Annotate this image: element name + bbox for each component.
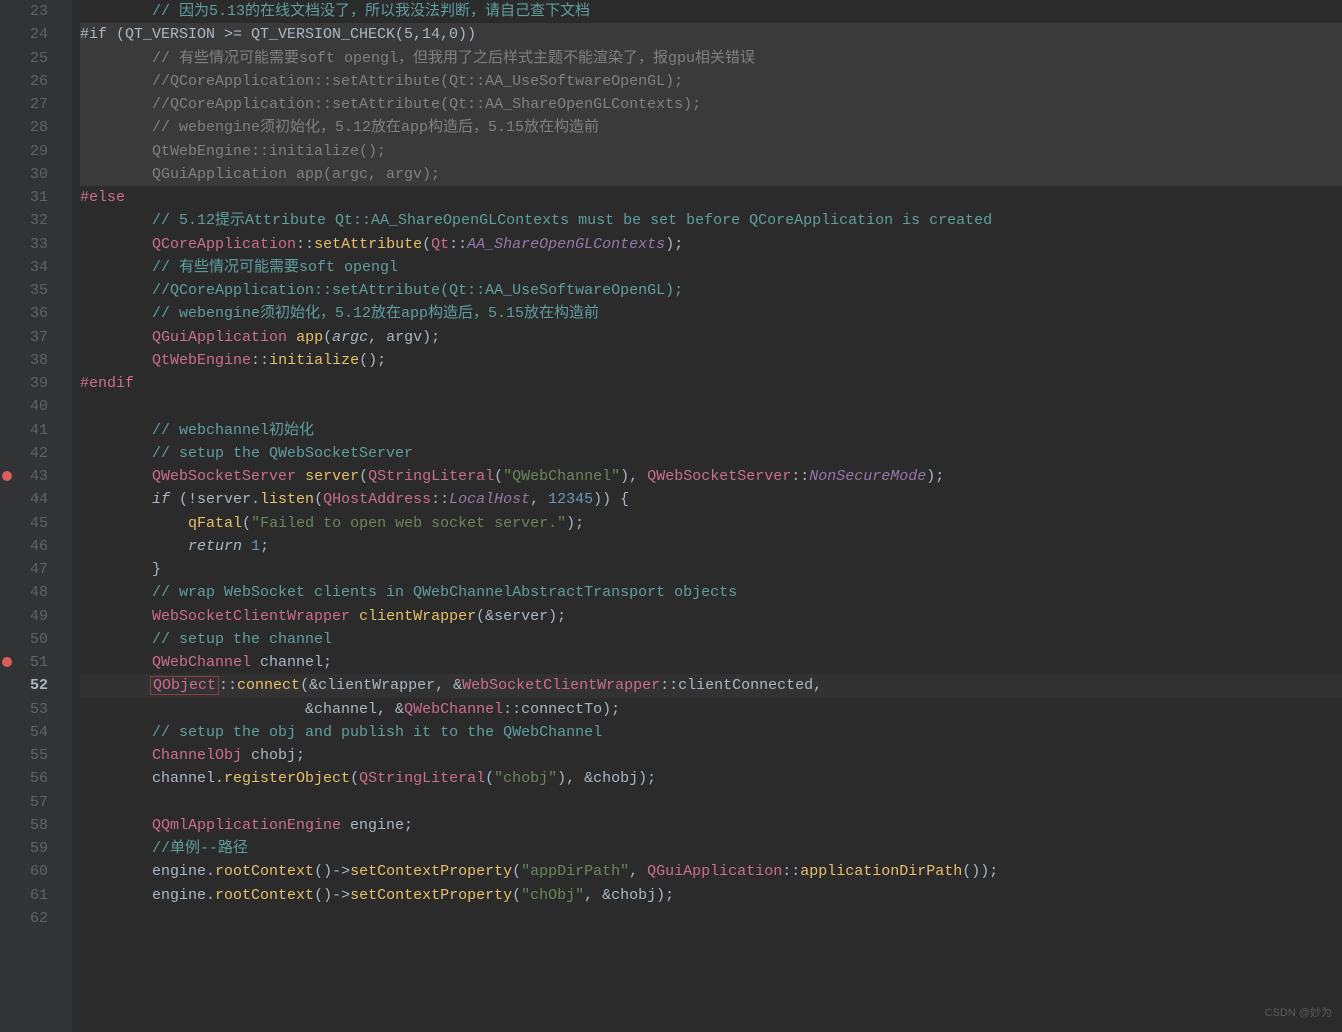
code-line[interactable]: //QCoreApplication::setAttribute(Qt::AA_… [80, 70, 1342, 93]
code-line[interactable]: #if (QT_VERSION >= QT_VERSION_CHECK(5,14… [80, 23, 1342, 46]
code-line[interactable]: QWebSocketServer server(QStringLiteral("… [80, 465, 1342, 488]
code-line[interactable]: // setup the QWebSocketServer [80, 442, 1342, 465]
line-number[interactable]: 55 [0, 744, 48, 767]
line-number[interactable]: 61 [0, 884, 48, 907]
code-line[interactable]: QQmlApplicationEngine engine; [80, 814, 1342, 837]
code-area[interactable]: // 因为5.13的在线文档没了，所以我没法判断，请自己查下文档#if (QT_… [72, 0, 1342, 1032]
code-line[interactable]: QGuiApplication app(argc, argv); [80, 326, 1342, 349]
line-number[interactable]: 62 [0, 907, 48, 930]
code-line[interactable]: // 有些情况可能需要soft opengl，但我用了之后样式主题不能渲染了，报… [80, 47, 1342, 70]
code-line[interactable]: // setup the obj and publish it to the Q… [80, 721, 1342, 744]
line-number[interactable]: 54 [0, 721, 48, 744]
line-number[interactable]: 59 [0, 837, 48, 860]
code-line[interactable]: QtWebEngine::initialize(); [80, 140, 1342, 163]
code-line[interactable]: // webchannel初始化 [80, 419, 1342, 442]
code-line[interactable]: // 有些情况可能需要soft opengl [80, 256, 1342, 279]
line-number[interactable]: 35 [0, 279, 48, 302]
code-line[interactable]: QWebChannel channel; [80, 651, 1342, 674]
code-line[interactable]: // 因为5.13的在线文档没了，所以我没法判断，请自己查下文档 [80, 0, 1342, 23]
line-number[interactable]: 37 [0, 326, 48, 349]
code-line[interactable]: ChannelObj chobj; [80, 744, 1342, 767]
code-line[interactable]: channel.registerObject(QStringLiteral("c… [80, 767, 1342, 790]
line-number[interactable]: 26 [0, 70, 48, 93]
line-number[interactable]: 39 [0, 372, 48, 395]
line-number[interactable]: 56 [0, 767, 48, 790]
code-line[interactable]: } [80, 558, 1342, 581]
line-number[interactable]: 49 [0, 605, 48, 628]
code-line[interactable]: if (!server.listen(QHostAddress::LocalHo… [80, 488, 1342, 511]
line-number[interactable]: 47 [0, 558, 48, 581]
line-number[interactable]: 42 [0, 442, 48, 465]
line-number[interactable]: 48 [0, 581, 48, 604]
code-line[interactable] [80, 395, 1342, 418]
fold-icon[interactable]: ▾ [34, 488, 40, 511]
line-number[interactable]: 58 [0, 814, 48, 837]
line-number[interactable]: 51 [0, 651, 48, 674]
line-number[interactable]: 30 [0, 163, 48, 186]
code-line[interactable]: qFatal("Failed to open web socket server… [80, 512, 1342, 535]
line-number[interactable]: 23 [0, 0, 48, 23]
code-line[interactable]: // wrap WebSocket clients in QWebChannel… [80, 581, 1342, 604]
code-line[interactable]: QObject::connect(&clientWrapper, &WebSoc… [80, 674, 1342, 697]
line-number[interactable]: 50 [0, 628, 48, 651]
line-number[interactable]: 34 [0, 256, 48, 279]
line-number[interactable]: 29 [0, 140, 48, 163]
line-number[interactable]: 46 [0, 535, 48, 558]
line-number[interactable]: 53 [0, 698, 48, 721]
code-line[interactable]: //QCoreApplication::setAttribute(Qt::AA_… [80, 279, 1342, 302]
line-number[interactable]: 52 [0, 674, 48, 697]
code-line[interactable]: engine.rootContext()->setContextProperty… [80, 860, 1342, 883]
code-line[interactable]: #else [80, 186, 1342, 209]
code-line[interactable]: //单例--路径 [80, 837, 1342, 860]
code-line[interactable]: engine.rootContext()->setContextProperty… [80, 884, 1342, 907]
code-line[interactable]: #endif [80, 372, 1342, 395]
watermark: CSDN @妙为 [1265, 1005, 1332, 1022]
code-line[interactable]: // webengine须初始化，5.12放在app构造后，5.15放在构造前 [80, 116, 1342, 139]
line-number[interactable]: 28 [0, 116, 48, 139]
code-line[interactable]: return 1; [80, 535, 1342, 558]
code-line[interactable]: QtWebEngine::initialize(); [80, 349, 1342, 372]
line-number[interactable]: 31 [0, 186, 48, 209]
line-number[interactable]: 45 [0, 512, 48, 535]
code-line[interactable]: QCoreApplication::setAttribute(Qt::AA_Sh… [80, 233, 1342, 256]
line-gutter[interactable]: 2324252627282930313233343536373839404142… [0, 0, 72, 1032]
line-number[interactable]: 41 [0, 419, 48, 442]
line-number[interactable]: 32 [0, 209, 48, 232]
line-number[interactable]: 27 [0, 93, 48, 116]
code-editor[interactable]: 2324252627282930313233343536373839404142… [0, 0, 1342, 1032]
line-number[interactable]: 33 [0, 233, 48, 256]
breakpoint-icon[interactable] [2, 471, 12, 481]
line-number[interactable]: 60 [0, 860, 48, 883]
line-number[interactable]: 44▾ [0, 488, 48, 511]
line-number[interactable]: 43 [0, 465, 48, 488]
code-line[interactable]: QGuiApplication app(argc, argv); [80, 163, 1342, 186]
code-line[interactable]: // 5.12提示Attribute Qt::AA_ShareOpenGLCon… [80, 209, 1342, 232]
line-number[interactable]: 24 [0, 23, 48, 46]
code-line[interactable] [80, 907, 1342, 930]
code-line[interactable]: WebSocketClientWrapper clientWrapper(&se… [80, 605, 1342, 628]
line-number[interactable]: 25 [0, 47, 48, 70]
line-number[interactable]: 36 [0, 302, 48, 325]
code-line[interactable]: //QCoreApplication::setAttribute(Qt::AA_… [80, 93, 1342, 116]
code-line[interactable]: // setup the channel [80, 628, 1342, 651]
breakpoint-icon[interactable] [2, 657, 12, 667]
code-line[interactable]: &channel, &QWebChannel::connectTo); [80, 698, 1342, 721]
code-line[interactable] [80, 791, 1342, 814]
line-number[interactable]: 38 [0, 349, 48, 372]
line-number[interactable]: 40 [0, 395, 48, 418]
line-number[interactable]: 57 [0, 791, 48, 814]
code-line[interactable]: // webengine须初始化，5.12放在app构造后，5.15放在构造前 [80, 302, 1342, 325]
